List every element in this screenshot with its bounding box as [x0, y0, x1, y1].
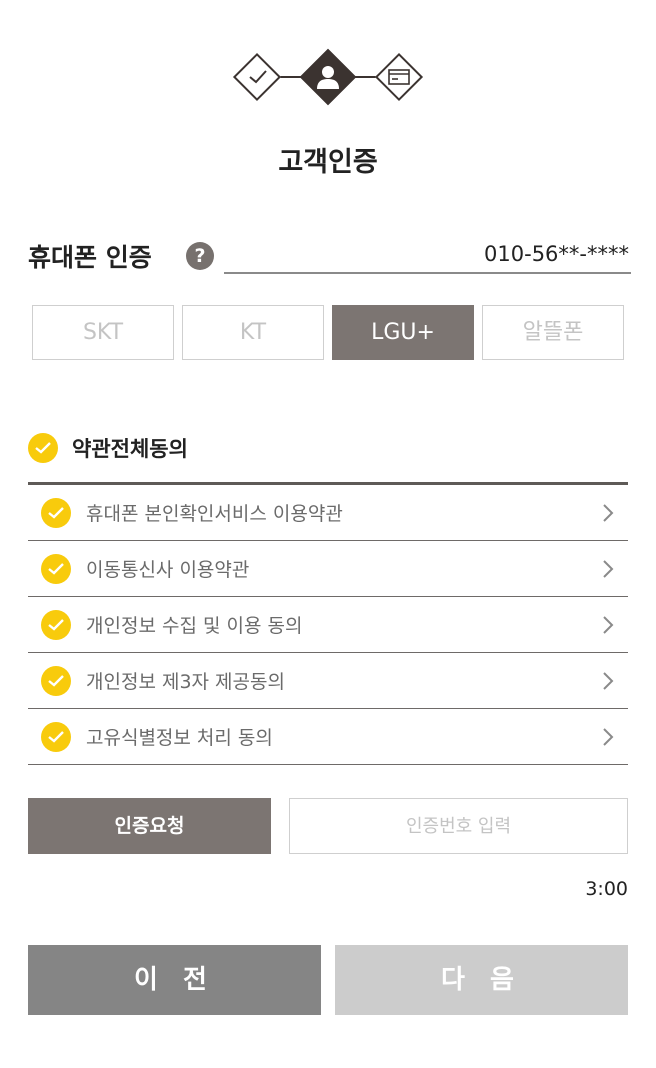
check-circle-icon[interactable]	[41, 553, 71, 584]
check-circle-icon[interactable]	[41, 497, 71, 528]
terms-label: 휴대폰 본인확인서비스 이용약관	[86, 503, 343, 525]
phone-number-field[interactable]	[224, 240, 631, 274]
terms-label: 개인정보 제3자 제공동의	[86, 671, 285, 693]
terms-row-privacy-collect[interactable]: 개인정보 수집 및 이용 동의	[28, 597, 628, 653]
carrier-lgu-button[interactable]: LGU+	[332, 305, 474, 360]
carrier-mvno-button[interactable]: 알뜰폰	[482, 305, 624, 360]
page-title: 고객인증	[278, 147, 378, 178]
card-icon	[388, 69, 410, 85]
next-button[interactable]: 다 음	[335, 945, 628, 1015]
check-circle-icon[interactable]	[41, 665, 71, 696]
check-circle-icon[interactable]	[41, 721, 71, 752]
terms-row-third-party[interactable]: 개인정보 제3자 제공동의	[28, 653, 628, 709]
carrier-skt-button[interactable]: SKT	[32, 305, 174, 360]
person-icon	[317, 66, 339, 89]
agree-all-label: 약관전체동의	[72, 437, 188, 461]
chevron-right-icon	[603, 559, 614, 578]
chevron-right-icon	[603, 503, 614, 522]
help-icon[interactable]: ?	[186, 242, 214, 270]
verification-code-input[interactable]	[289, 798, 628, 854]
terms-label: 고유식별정보 처리 동의	[86, 727, 273, 749]
agree-all-checkbox[interactable]: 약관전체동의	[28, 430, 188, 466]
check-icon	[249, 70, 267, 84]
terms-row-phone-service[interactable]: 휴대폰 본인확인서비스 이용약관	[28, 485, 628, 541]
chevron-right-icon	[603, 671, 614, 690]
prev-button[interactable]: 이 전	[28, 945, 321, 1015]
phone-auth-label: 휴대폰 인증	[28, 243, 152, 272]
countdown-timer: 3:00	[585, 878, 628, 900]
terms-row-unique-id[interactable]: 고유식별정보 처리 동의	[28, 709, 628, 765]
request-verification-button[interactable]: 인증요청	[28, 798, 271, 854]
carrier-kt-button[interactable]: KT	[182, 305, 324, 360]
terms-row-carrier[interactable]: 이동통신사 이용약관	[28, 541, 628, 597]
terms-label: 개인정보 수집 및 이용 동의	[86, 615, 303, 637]
check-circle-icon	[28, 433, 58, 463]
chevron-right-icon	[603, 727, 614, 746]
terms-label: 이동통신사 이용약관	[86, 559, 250, 581]
check-circle-icon[interactable]	[41, 609, 71, 640]
chevron-right-icon	[603, 615, 614, 634]
